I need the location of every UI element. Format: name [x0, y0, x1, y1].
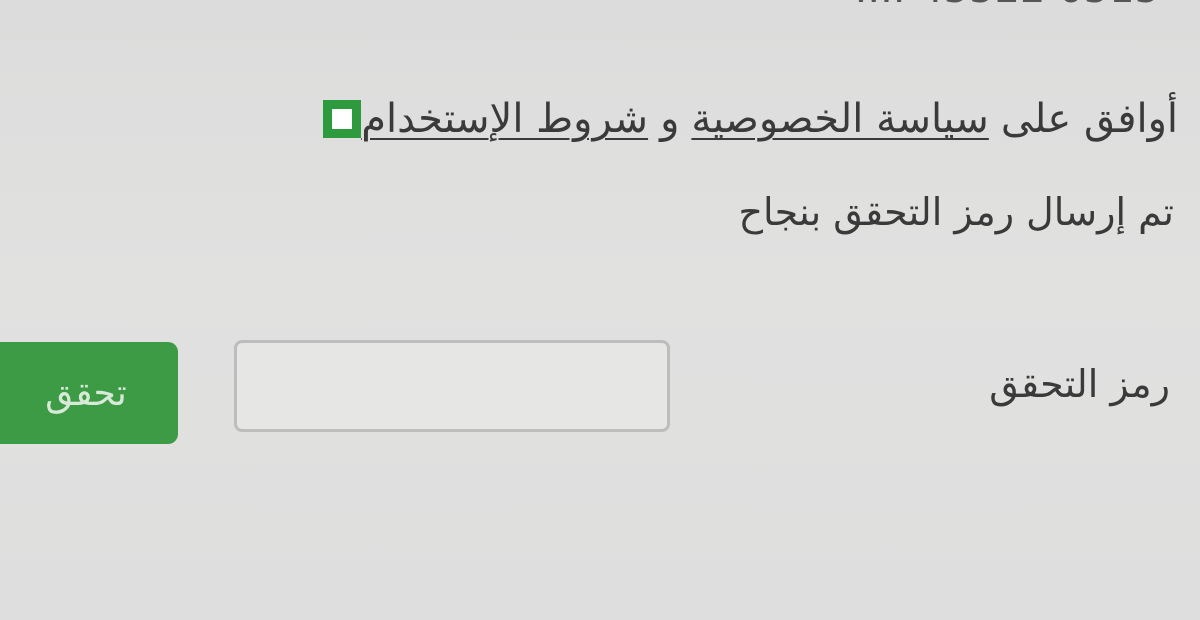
- verification-code-input[interactable]: [234, 340, 670, 432]
- terms-text: أوافق على سياسة الخصوصية و شروط الإستخدا…: [361, 96, 1178, 142]
- otp-sent-message: تم إرسال رمز التحقق بنجاح: [738, 190, 1174, 234]
- terms-and: و: [660, 96, 680, 142]
- privacy-policy-link[interactable]: سياسة الخصوصية: [691, 96, 988, 142]
- verification-code-label: رمز التحقق: [989, 362, 1170, 406]
- terms-checkbox[interactable]: [323, 100, 362, 138]
- partial-header-text: 0515 45522 ....: [855, 0, 1160, 12]
- verify-button[interactable]: تحقق: [0, 342, 178, 444]
- terms-agreement-row: أوافق على سياسة الخصوصية و شروط الإستخدا…: [309, 96, 1178, 142]
- terms-of-use-link[interactable]: شروط الإستخدام: [361, 96, 648, 142]
- terms-prefix: أوافق على: [1000, 96, 1178, 142]
